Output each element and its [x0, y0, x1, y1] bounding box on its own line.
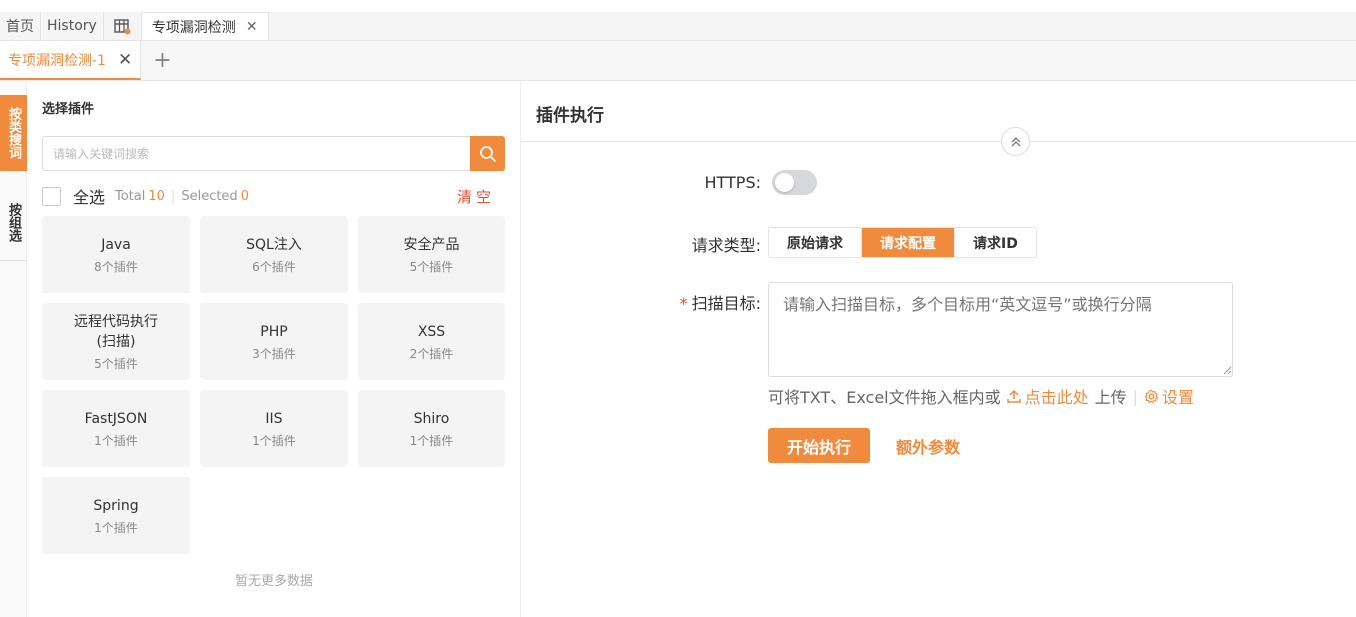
tab-home[interactable]: 首页 [0, 12, 41, 40]
plugin-count: 6个插件 [252, 259, 296, 274]
gear-icon [1144, 389, 1159, 403]
start-execution-button[interactable]: 开始执行 [768, 428, 870, 463]
plugin-card-grid: Java 8个插件 SQL注入 6个插件 安全产品 5个插件 远程代码执行 (扫描) 5… [42, 216, 505, 554]
extra-params-button[interactable]: 额外参数 [896, 428, 960, 463]
upload-row: 可将TXT、Excel文件拖入框内或 点击此处 上传 | 设置 [768, 384, 1194, 408]
total-value: 10 [148, 188, 165, 204]
tab-history-label: History [47, 18, 97, 34]
main-tab-bar: 首页 History 专项漏洞检测 ✕ [0, 12, 1356, 41]
upload-suffix: 上传 [1094, 388, 1127, 407]
plugin-count: 1个插件 [409, 433, 454, 448]
exec-title: 插件执行 [536, 106, 604, 126]
total-label: Total [115, 188, 146, 204]
plugin-count: 3个插件 [252, 346, 296, 361]
upload-hint: 可将TXT、Excel文件拖入框内或 [768, 388, 1001, 407]
panel-title: 选择插件 [42, 102, 95, 117]
https-label: HTTPS: [704, 173, 762, 192]
selection-row: 全选 Total 10 | Selected 0 清空 [42, 185, 505, 207]
plugin-card-iis[interactable]: IIS 1个插件 [200, 390, 348, 467]
https-toggle[interactable] [772, 170, 817, 195]
no-more-data: 暂无更多数据 [234, 574, 313, 589]
plugin-card-rce[interactable]: 远程代码执行 (扫描) 5个插件 [42, 303, 190, 380]
select-all-checkbox[interactable] [42, 186, 61, 206]
plugin-card-java[interactable]: Java 8个插件 [42, 216, 190, 293]
request-type-label: 请求类型: [691, 236, 761, 255]
plugin-count: 5个插件 [94, 356, 138, 371]
double-chevron-up-icon [1011, 136, 1020, 146]
upload-icon [1006, 389, 1021, 403]
side-tab-by-category[interactable]: 按类搜词 [0, 95, 27, 171]
plugin-select-panel: 选择插件 全选 Total10 | Selected0 清空 Java 8个插件 … [27, 81, 521, 617]
scan-target-input[interactable] [768, 282, 1233, 377]
selected-value: 0 [240, 188, 249, 204]
sub-tab-bar: 专项漏洞检测-1 ✕ + [0, 41, 1356, 81]
search-input[interactable] [43, 137, 470, 170]
plugin-name: IIS [265, 410, 283, 427]
divider [521, 141, 1356, 142]
clear-button[interactable]: 清空 [457, 186, 495, 207]
required-mark: * [679, 294, 688, 313]
plugin-card-xss[interactable]: XSS 2个插件 [358, 303, 505, 380]
plugin-name: Spring [93, 497, 139, 514]
tab-table-icon[interactable] [104, 12, 142, 40]
plugin-card-sqli[interactable]: SQL注入 6个插件 [200, 216, 348, 293]
plugin-name: FastJSON [84, 410, 148, 427]
plugin-name: PHP [260, 323, 288, 340]
plugin-name: 远程代码执行 (扫描) [74, 313, 158, 350]
side-tab-by-group[interactable]: 按组选 [0, 185, 27, 261]
plugin-name: Shiro [413, 410, 450, 427]
tab-home-label: 首页 [6, 19, 34, 35]
tab-history[interactable]: History [41, 12, 104, 40]
settings-link[interactable]: 设置 [1144, 384, 1194, 408]
plugin-count: 2个插件 [409, 346, 454, 361]
plugin-name: XSS [417, 323, 446, 340]
scan-target-text: 扫描目标: [691, 294, 761, 313]
plugin-name: 安全产品 [403, 236, 460, 253]
toggle-knob [775, 173, 794, 192]
settings-label: 设置 [1162, 388, 1195, 407]
plugin-name: Java [101, 236, 131, 253]
plugin-name: SQL注入 [246, 236, 302, 253]
plugin-count: 5个插件 [409, 259, 454, 274]
plugin-card-shiro[interactable]: Shiro 1个插件 [358, 390, 505, 467]
select-all-label[interactable]: 全选 [73, 184, 105, 208]
table-settings-icon [114, 18, 131, 34]
divider: | [1132, 386, 1139, 406]
side-tab-strip: 按类搜词 按组选 [0, 81, 27, 617]
search-icon [479, 145, 496, 162]
subtab-special-vuln-1[interactable]: 专项漏洞检测-1 ✕ [0, 41, 142, 80]
upload-link[interactable]: 点击此处 [1006, 384, 1089, 408]
selected-label: Selected [181, 188, 238, 204]
collapse-button[interactable] [1001, 127, 1030, 156]
close-icon[interactable]: ✕ [118, 50, 132, 70]
selected-count: Selected 0 [181, 189, 249, 204]
request-type-raw[interactable]: 原始请求 [769, 228, 862, 257]
upload-link-text: 点击此处 [1024, 388, 1089, 407]
plugin-count: 8个插件 [94, 259, 138, 274]
plugin-count: 1个插件 [94, 520, 138, 535]
tab-special-vuln[interactable]: 专项漏洞检测 ✕ [141, 12, 269, 40]
top-spacer [0, 0, 1356, 12]
plugin-card-php[interactable]: PHP 3个插件 [200, 303, 348, 380]
plugin-count: 1个插件 [252, 433, 296, 448]
divider: | [170, 188, 176, 204]
request-type-id[interactable]: 请求ID [955, 228, 1036, 257]
add-tab-icon[interactable]: + [141, 41, 183, 80]
request-type-config[interactable]: 请求配置 [862, 228, 955, 257]
search-button[interactable] [470, 136, 505, 171]
exec-panel: 插件执行 HTTPS: 请求类型: 原始请求 请求配置 请求ID * 扫描目标: … [521, 81, 1356, 617]
plugin-card-spring[interactable]: Spring 1个插件 [42, 477, 190, 554]
plugin-card-fastjson[interactable]: FastJSON 1个插件 [42, 390, 190, 467]
scan-target-label: * 扫描目标: [680, 290, 761, 314]
tab-special-vuln-label: 专项漏洞检测 [151, 19, 236, 36]
plugin-card-security-products[interactable]: 安全产品 5个插件 [358, 216, 505, 293]
search-box [42, 136, 505, 171]
total-count: Total 10 [115, 189, 165, 204]
resize-grip-icon[interactable] [1222, 365, 1232, 375]
request-type-selector: 原始请求 请求配置 请求ID [768, 227, 1037, 258]
plugin-count: 1个插件 [94, 433, 138, 448]
subtab-label: 专项漏洞检测-1 [8, 52, 106, 69]
close-icon[interactable]: ✕ [246, 19, 258, 35]
